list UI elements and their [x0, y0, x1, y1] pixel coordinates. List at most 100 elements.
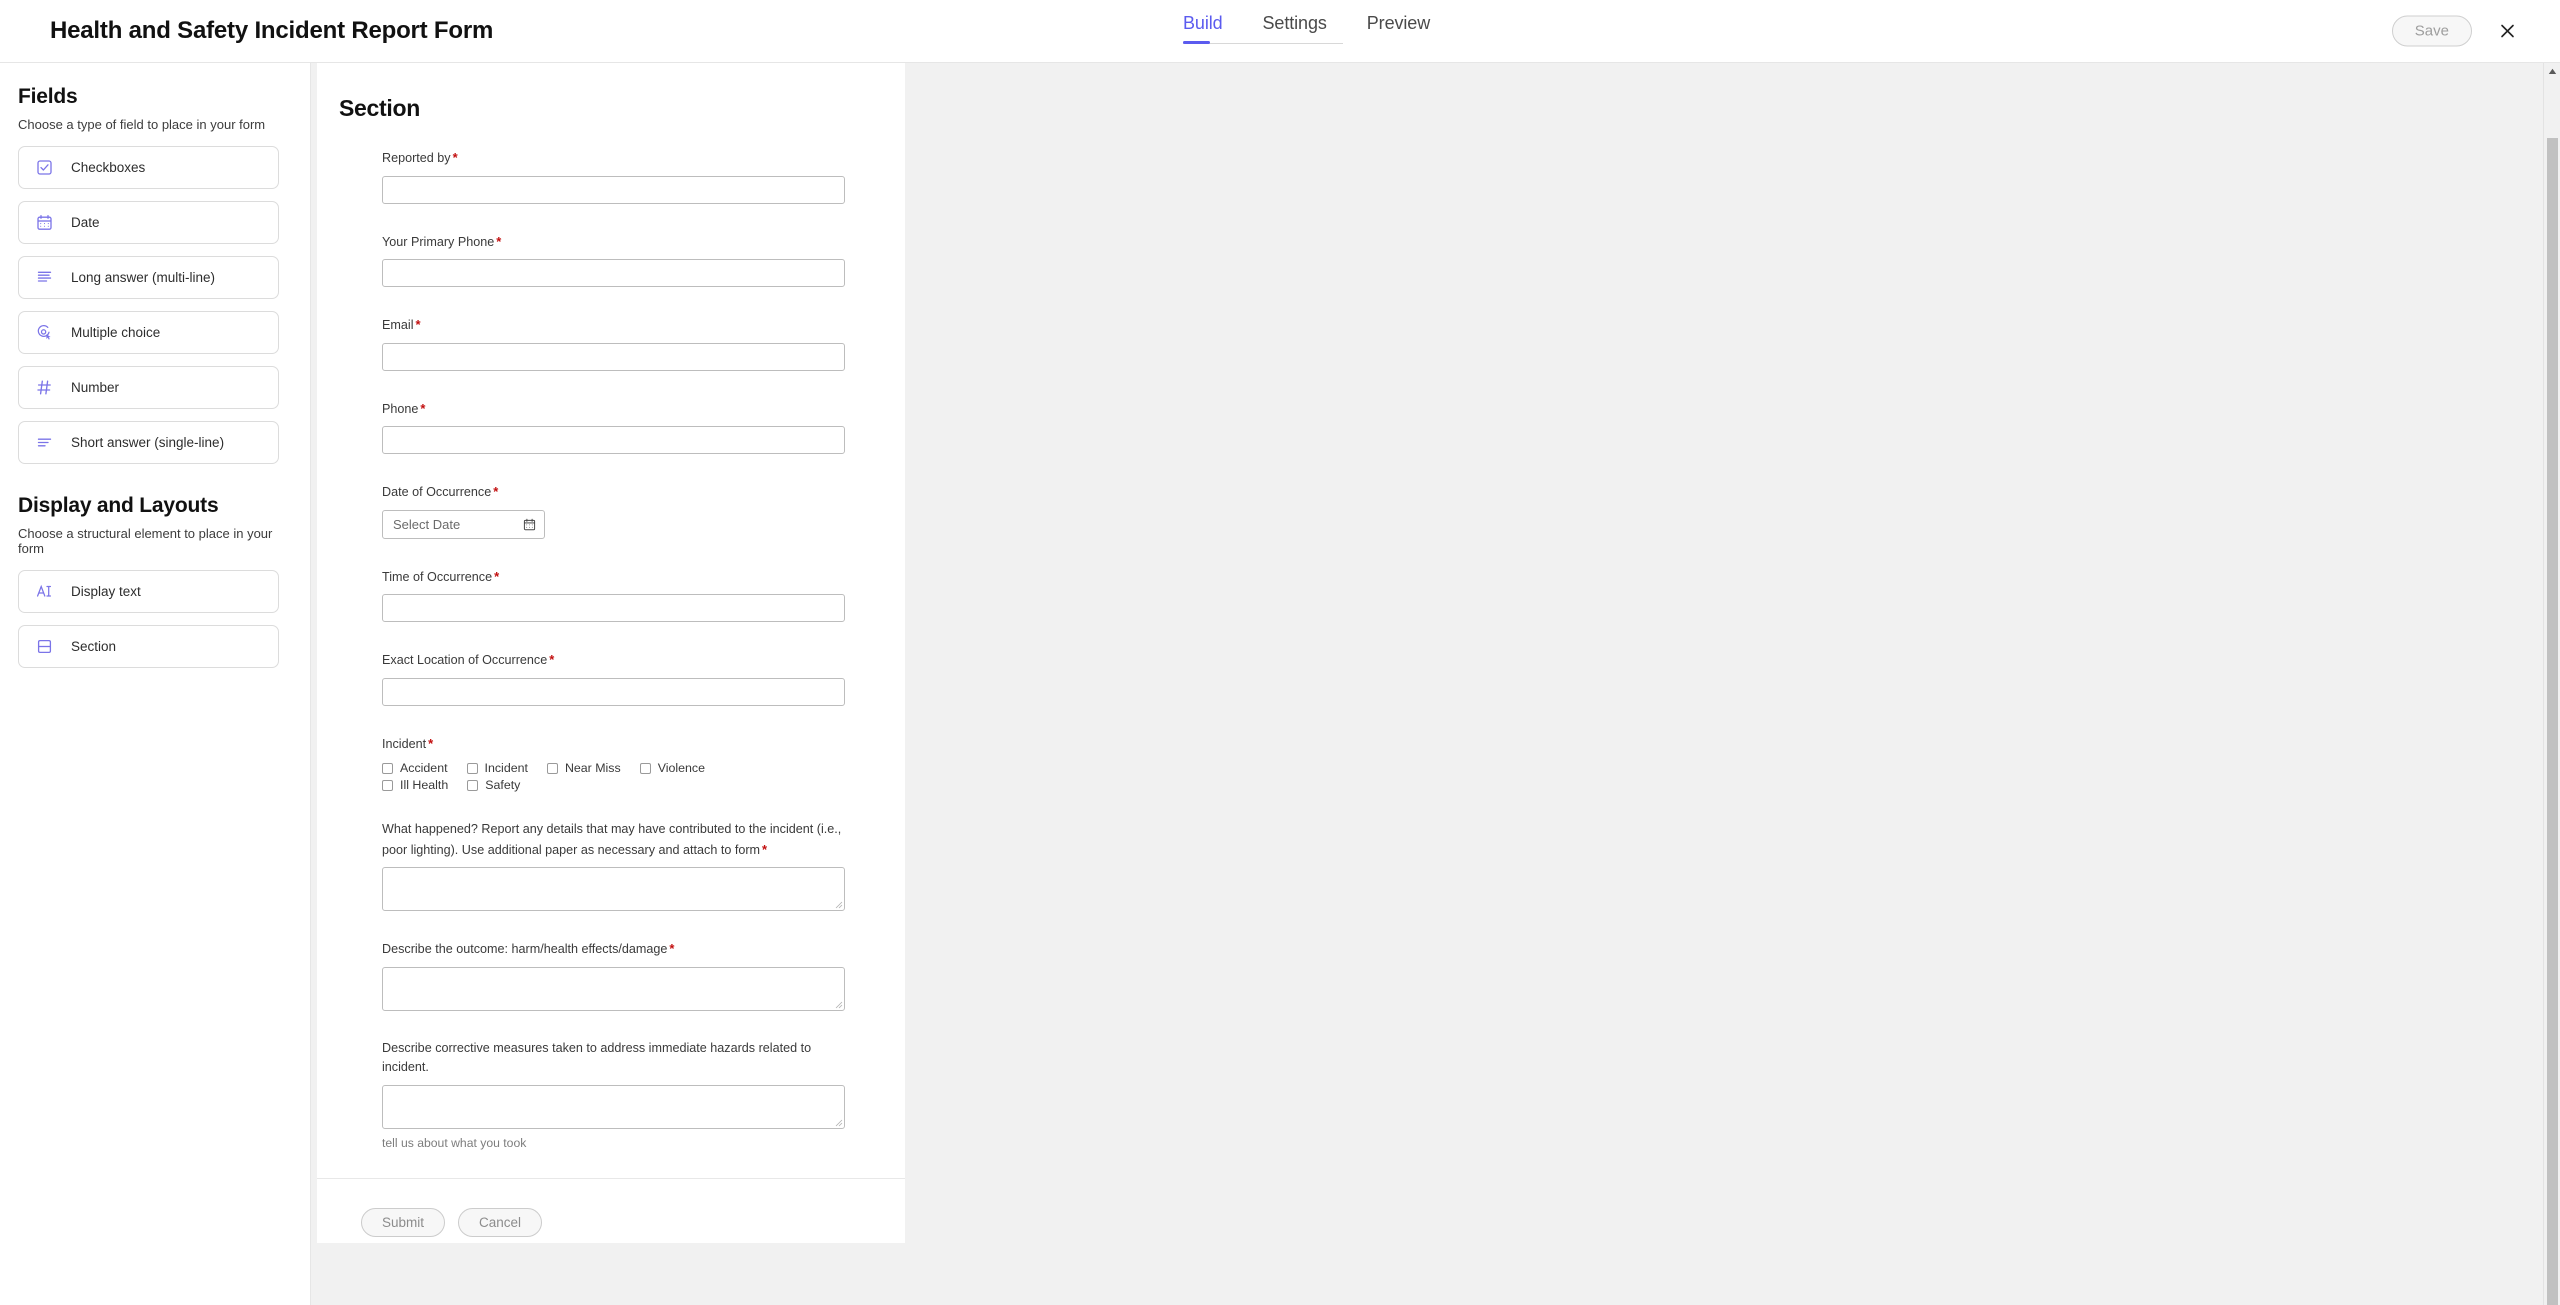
- field-type-label: Multiple choice: [71, 325, 161, 340]
- checkbox-icon: [31, 155, 57, 181]
- cancel-button[interactable]: Cancel: [458, 1207, 543, 1238]
- checkbox-box[interactable]: [546, 762, 558, 774]
- field-label-text: Exact Location of Occurrence: [382, 653, 548, 668]
- textarea-wrapper: [382, 1084, 845, 1129]
- form-field-date-of-occurrence: Date of Occurrence *: [382, 482, 865, 539]
- field-type-short-answer[interactable]: Short answer (single-line): [18, 421, 279, 464]
- field-label-text: Date of Occurrence: [382, 485, 492, 500]
- email-input[interactable]: [382, 342, 845, 371]
- field-label-text: Incident: [382, 736, 427, 751]
- required-marker: *: [762, 841, 768, 857]
- required-marker: *: [549, 652, 555, 668]
- calendar-icon[interactable]: [523, 518, 536, 531]
- required-marker: *: [452, 150, 458, 165]
- date-of-occurrence-input[interactable]: [391, 515, 499, 533]
- form-canvas: Section Reported by * Your Primary Phone…: [311, 63, 2560, 1305]
- close-icon[interactable]: [2494, 18, 2520, 44]
- header-tabs: Build Settings Preview: [1183, 0, 1430, 63]
- field-type-label: Date: [71, 215, 100, 230]
- checkbox-box[interactable]: [466, 762, 478, 774]
- layout-type-section[interactable]: Section: [18, 625, 279, 668]
- scrollbar-thumb[interactable]: [2547, 138, 2558, 1305]
- field-label-text: Your Primary Phone: [382, 234, 495, 249]
- field-type-multiple-choice[interactable]: Multiple choice: [18, 311, 279, 354]
- corrective-measures-textarea[interactable]: [382, 1084, 845, 1129]
- field-label: Phone *: [382, 399, 845, 420]
- phone-input[interactable]: [382, 426, 845, 455]
- field-type-checkboxes[interactable]: Checkboxes: [18, 146, 279, 189]
- field-type-date[interactable]: Date: [18, 201, 279, 244]
- checkbox-label: Near Miss: [564, 761, 621, 776]
- field-label: Describe the outcome: harm/health effect…: [382, 939, 845, 960]
- field-type-label: Checkboxes: [71, 160, 146, 175]
- required-marker: *: [669, 941, 675, 957]
- page-title: Health and Safety Incident Report Form: [50, 17, 494, 44]
- tab-settings[interactable]: Settings: [1263, 13, 1327, 47]
- scroll-up-arrow-icon[interactable]: [2544, 63, 2560, 80]
- field-label: Date of Occurrence *: [382, 482, 845, 503]
- form-field-describe-outcome: Describe the outcome: harm/health effect…: [382, 939, 865, 1011]
- primary-phone-input[interactable]: [382, 259, 845, 288]
- field-type-label: Long answer (multi-line): [71, 270, 216, 285]
- header-actions: Save: [2391, 15, 2520, 47]
- checkbox-option[interactable]: Accident: [382, 761, 448, 775]
- what-happened-textarea[interactable]: [382, 867, 845, 912]
- field-type-long-answer[interactable]: Long answer (multi-line): [18, 256, 279, 299]
- reported-by-input[interactable]: [382, 175, 845, 204]
- field-label: Describe corrective measures taken to ad…: [382, 1040, 812, 1075]
- field-label-text: What happened? Report any details that m…: [382, 822, 842, 857]
- required-marker: *: [420, 400, 426, 416]
- canvas-scrollbar[interactable]: [2543, 63, 2560, 1305]
- app-body: Fields Choose a type of field to place i…: [0, 63, 2560, 1305]
- layouts-subheading: Choose a structural element to place in …: [18, 526, 273, 556]
- tab-preview[interactable]: Preview: [1367, 13, 1430, 47]
- checkbox-option[interactable]: Ill Health: [382, 778, 448, 792]
- checkbox-label: Ill Health: [400, 778, 449, 793]
- checkbox-label: Violence: [657, 761, 706, 776]
- form-field-email: Email *: [382, 315, 865, 371]
- layout-type-label: Section: [71, 639, 117, 654]
- field-helper-text: tell us about what you took: [382, 1135, 527, 1150]
- date-picker[interactable]: [382, 509, 545, 539]
- form-field-phone: Phone *: [382, 399, 865, 455]
- fields-heading: Fields: [18, 85, 78, 108]
- checkbox-box[interactable]: [382, 762, 393, 774]
- save-button[interactable]: Save: [2391, 15, 2472, 47]
- field-label-text: Time of Occurrence: [382, 569, 493, 584]
- checkbox-option[interactable]: Incident: [466, 761, 528, 776]
- checkbox-option[interactable]: Violence: [639, 761, 706, 776]
- form-builder-app: Health and Safety Incident Report Form B…: [0, 0, 2560, 1305]
- textarea-wrapper: [382, 966, 845, 1011]
- checkbox-option[interactable]: Near Miss: [546, 761, 621, 776]
- exact-location-input[interactable]: [382, 677, 845, 706]
- tabs-active-indicator: [1183, 41, 1210, 44]
- submit-button[interactable]: Submit: [361, 1207, 446, 1238]
- checkbox-box[interactable]: [382, 779, 393, 791]
- checkbox-label: Safety: [485, 778, 521, 793]
- field-type-number[interactable]: Number: [18, 366, 279, 409]
- form-field-what-happened: What happened? Report any details that m…: [382, 820, 865, 912]
- field-label: Reported by *: [382, 148, 845, 169]
- layout-type-display-text[interactable]: Display text: [18, 570, 279, 613]
- time-of-occurrence-input[interactable]: [382, 594, 845, 623]
- required-marker: *: [493, 484, 499, 500]
- form-field-primary-phone: Your Primary Phone *: [382, 232, 865, 288]
- checkbox-box[interactable]: [639, 762, 651, 774]
- form-field-time-of-occurrence: Time of Occurrence *: [382, 567, 865, 623]
- layouts-heading: Display and Layouts: [18, 494, 219, 517]
- checkbox-box[interactable]: [467, 779, 479, 791]
- describe-outcome-textarea[interactable]: [382, 966, 845, 1011]
- field-label: Incident *: [382, 734, 845, 755]
- checkbox-label: Incident: [484, 761, 528, 776]
- section-split-icon: [31, 634, 57, 660]
- form-field-reported-by: Reported by *: [382, 148, 865, 204]
- field-type-label: Short answer (single-line): [71, 435, 225, 450]
- form-field-exact-location: Exact Location of Occurrence *: [382, 650, 865, 706]
- text-cursor-icon: [31, 579, 57, 605]
- layout-type-label: Display text: [71, 584, 141, 599]
- radio-select-icon: [31, 320, 57, 346]
- checkbox-option[interactable]: Safety: [467, 778, 520, 792]
- required-marker: *: [496, 233, 502, 249]
- fields-subheading: Choose a type of field to place in your …: [18, 117, 266, 132]
